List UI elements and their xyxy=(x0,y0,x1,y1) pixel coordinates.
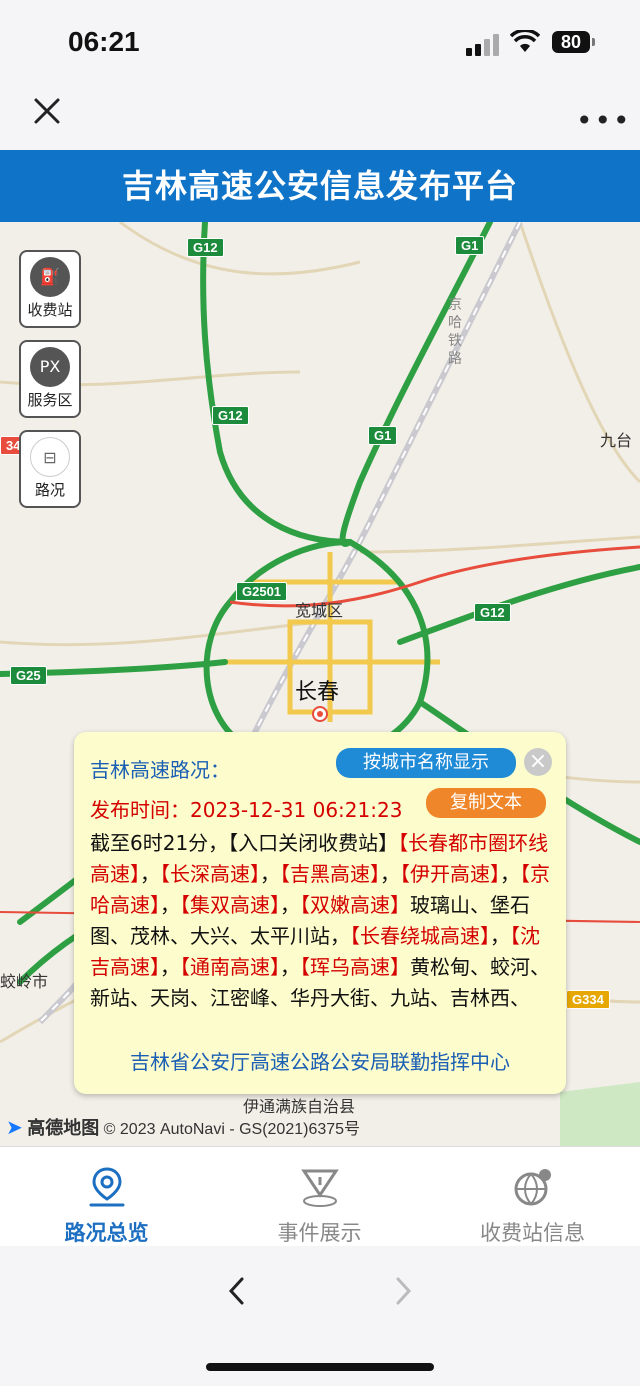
body-text-segment: ， xyxy=(280,955,300,979)
tab-road-overview[interactable]: 路况总览 xyxy=(0,1147,213,1247)
tab-label: 路况总览 xyxy=(64,1221,149,1245)
forward-arrow-icon[interactable] xyxy=(392,1276,414,1306)
body-text-segment: ， xyxy=(500,862,520,886)
publish-time: 发布时间：2023-12-31 06:21:23 xyxy=(90,794,402,823)
tab-event-display[interactable]: 事件展示 xyxy=(213,1147,426,1247)
highway-name-highlight: 【长春绕城高速】 xyxy=(350,924,490,948)
tab-toll-station-info[interactable]: 收费站信息 xyxy=(426,1147,639,1247)
page-title: 吉林高速公安信息发布平台 xyxy=(0,150,640,222)
amap-logo-icon: ➤ xyxy=(6,1117,23,1139)
body-text-segment: ， xyxy=(160,893,180,917)
close-icon[interactable] xyxy=(30,94,64,128)
battery-indicator: 80 xyxy=(552,31,595,53)
service-area-icon: PX xyxy=(30,347,70,387)
highway-shield: G25 xyxy=(10,666,47,685)
service-area-button[interactable]: PX 服务区 xyxy=(19,340,81,418)
highway-name-highlight: 【通南高速】 xyxy=(180,955,280,979)
publish-time-value: 2023-12-31 06:21:23 xyxy=(190,798,403,822)
road-condition-popup: 吉林高速路况： 按城市名称显示 × 发布时间：2023-12-31 06:21:… xyxy=(74,732,566,1094)
city-label: 长春 xyxy=(295,680,340,705)
copy-text-button[interactable]: 复制文本 xyxy=(426,788,546,818)
highway-shield: G12 xyxy=(474,603,511,622)
toll-station-label: 收费站 xyxy=(27,301,73,319)
body-text-segment: ， xyxy=(260,862,280,886)
body-text-segment: ， xyxy=(280,893,300,917)
status-time: 06:21 xyxy=(68,26,140,57)
highway-name-highlight: 【集双高速】 xyxy=(180,893,280,917)
map-copyright: © 2023 AutoNavi - GS(2021)6375号 xyxy=(103,1121,361,1138)
toll-station-button[interactable]: ⛽ 收费站 xyxy=(19,250,81,328)
popup-title: 吉林高速路况： xyxy=(90,758,230,782)
road-condition-label: 路况 xyxy=(34,481,65,499)
highway-shield: G12 xyxy=(212,406,249,425)
show-by-city-button[interactable]: 按城市名称显示 xyxy=(336,748,516,778)
tab-label: 事件展示 xyxy=(277,1221,362,1245)
home-indicator xyxy=(206,1363,434,1371)
highway-name-highlight: 【珲乌高速】 xyxy=(300,955,410,979)
body-text-segment: 截至6时21分，【入口关闭收费站】 xyxy=(90,831,399,855)
highway-name-highlight: 【双嫩高速】 xyxy=(300,893,410,917)
publish-label: 发布时间： xyxy=(90,798,190,822)
amap-logo: 高德地图 xyxy=(27,1118,100,1138)
toll-station-icon: ⛽ xyxy=(30,257,70,297)
globe-pin-icon xyxy=(514,1169,551,1206)
more-options-icon[interactable]: ••• xyxy=(576,104,632,137)
district-label: 宽城区 xyxy=(295,601,344,620)
location-icon xyxy=(89,1167,124,1207)
highway-name-highlight: 【吉黑高速】 xyxy=(280,862,380,886)
highway-shield: G12 xyxy=(187,238,224,257)
railway-label: 京哈铁路 xyxy=(448,297,462,367)
town-label: 蛟岭市 xyxy=(0,972,49,991)
body-text-segment: ， xyxy=(380,862,400,886)
back-arrow-icon[interactable] xyxy=(226,1276,248,1306)
service-area-label: 服务区 xyxy=(27,391,73,409)
bottom-tab-bar: 路况总览 事件展示 收费站信息 xyxy=(0,1146,640,1247)
body-text-segment: ， xyxy=(140,862,160,886)
status-bar: 06:21 80 xyxy=(0,0,640,84)
highway-shield: G2501 xyxy=(236,582,288,601)
highway-name-highlight: 【长深高速】 xyxy=(160,862,260,886)
signal-icon xyxy=(466,34,499,56)
popup-body-text: 截至6时21分，【入口关闭收费站】【长春都市圈环线高速】，【长深高速】，【吉黑高… xyxy=(90,828,550,1046)
body-text-segment: ， xyxy=(490,924,510,948)
road-condition-icon: ⊟ xyxy=(30,437,70,477)
map-attribution: ➤ 高德地图 © 2023 AutoNavi - GS(2021)6375号 xyxy=(6,1114,360,1140)
highway-shield: G334 xyxy=(566,990,610,1009)
close-icon[interactable]: × xyxy=(524,748,552,776)
highway-name-highlight: 【伊开高速】 xyxy=(400,862,500,886)
highway-shield: G1 xyxy=(455,236,485,255)
wifi-icon xyxy=(510,30,540,52)
body-text-segment: ， xyxy=(160,955,180,979)
tab-label: 收费站信息 xyxy=(480,1221,585,1245)
town-label: 九台 xyxy=(600,431,633,450)
browser-nav-bar: ••• xyxy=(0,84,640,150)
warning-sign-icon xyxy=(300,1169,339,1207)
road-condition-button[interactable]: ⊟ 路况 xyxy=(19,430,81,508)
highway-shield: G1 xyxy=(368,426,398,445)
popup-footer: 吉林省公安厅高速公路公安局联勤指挥中心 xyxy=(130,1050,510,1074)
